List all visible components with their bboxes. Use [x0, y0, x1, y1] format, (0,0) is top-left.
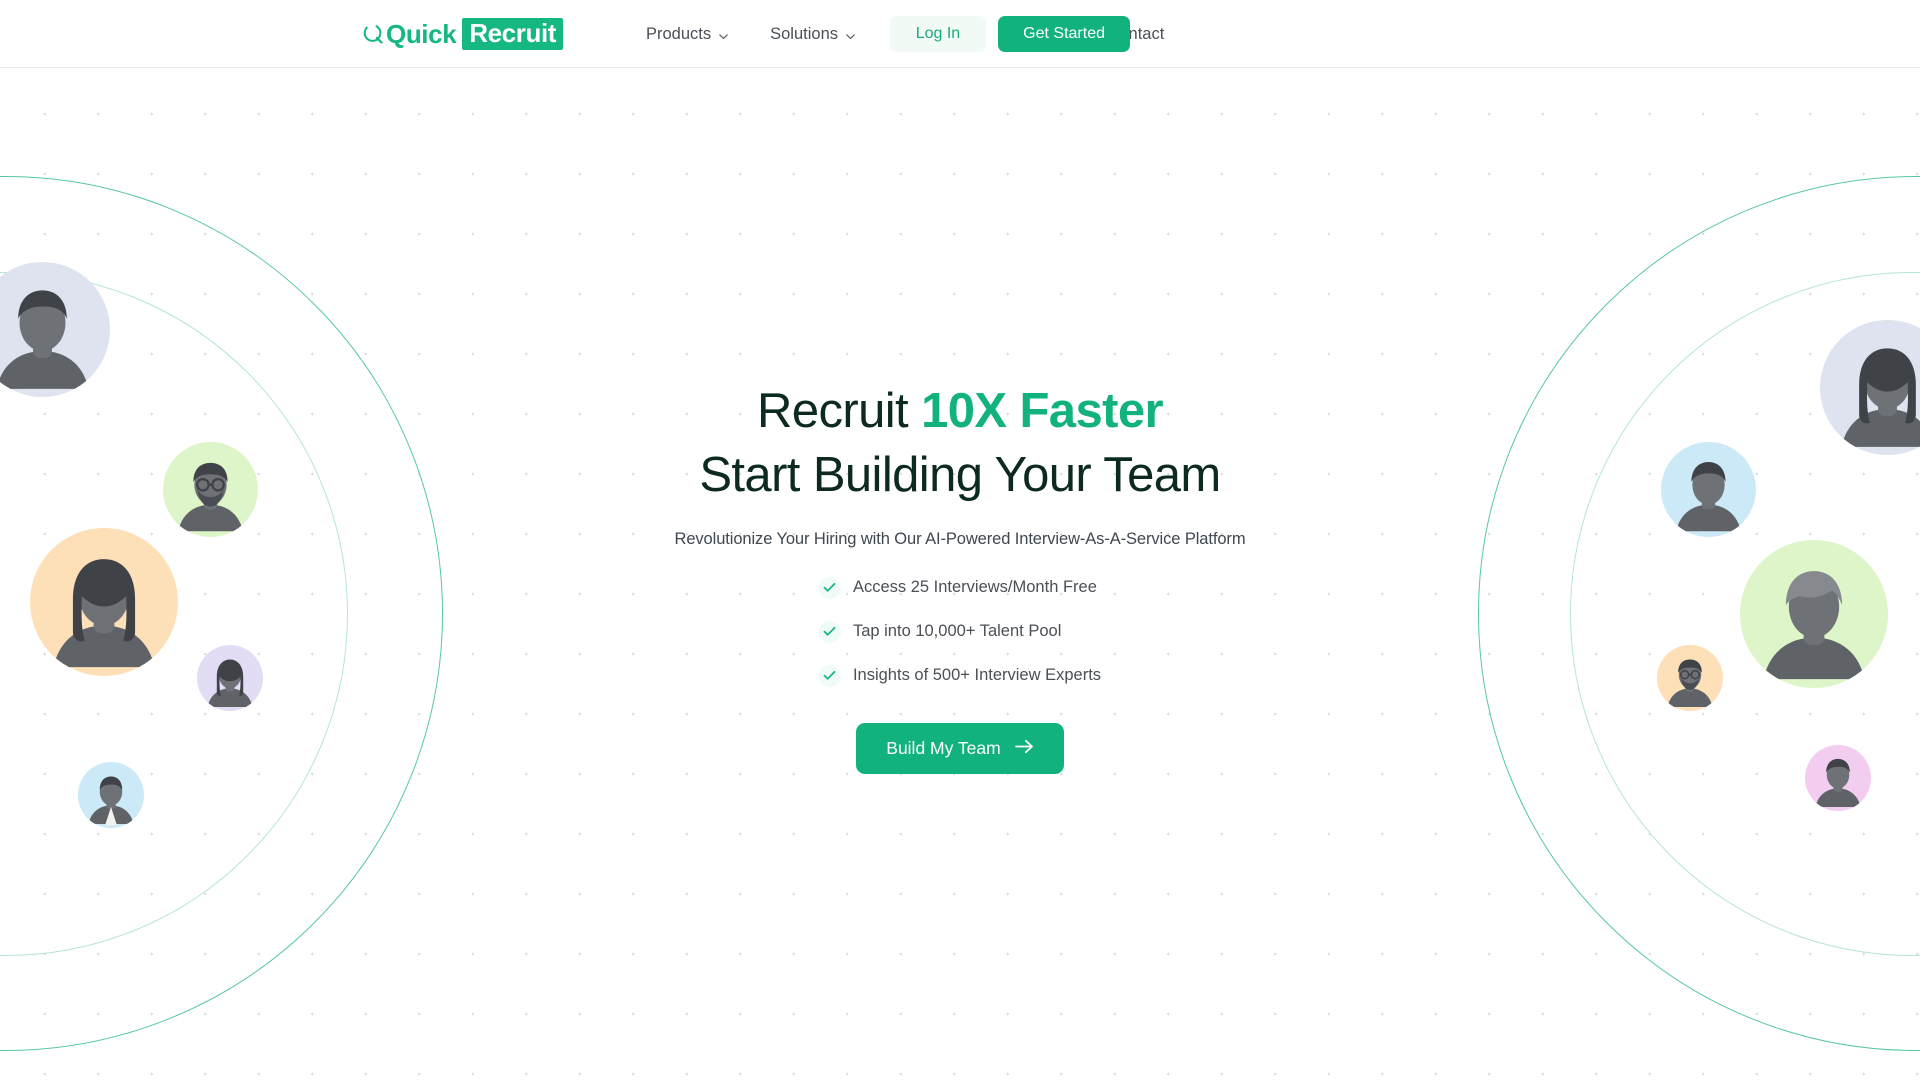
- hero-section: Recruit 10X Faster Start Building Your T…: [0, 68, 1920, 1080]
- heading-accent: 10X Faster: [921, 384, 1163, 438]
- heading-plain: Recruit: [757, 384, 922, 438]
- chevron-down-icon: [718, 28, 729, 39]
- logo-q-icon: [362, 22, 385, 45]
- cta-container: Build My Team: [580, 722, 1340, 774]
- check-icon: [818, 576, 841, 599]
- check-icon: [818, 664, 841, 687]
- nav-item-solutions[interactable]: Solutions: [770, 25, 856, 44]
- login-button[interactable]: Log In: [889, 16, 987, 52]
- nav-item-products[interactable]: Products: [646, 25, 729, 44]
- chevron-down-icon: [845, 28, 856, 39]
- feature-item: Access 25 Interviews/Month Free: [818, 576, 1101, 599]
- feature-label: Insights of 500+ Interview Experts: [852, 666, 1102, 685]
- get-started-button[interactable]: Get Started: [998, 16, 1130, 52]
- hero-subtitle: Revolutionize Your Hiring with Our AI-Po…: [674, 529, 1246, 548]
- feature-item: Insights of 500+ Interview Experts: [818, 664, 1102, 687]
- feature-item: Tap into 10,000+ Talent Pool: [818, 620, 1101, 643]
- check-icon: [818, 620, 841, 643]
- brand-logo[interactable]: Quick Recruit: [362, 17, 564, 50]
- cta-label: Build My Team: [886, 737, 1001, 758]
- heading-line2: Start Building Your Team: [699, 447, 1221, 502]
- page-title: Recruit 10X Faster Start Building Your T…: [580, 384, 1340, 503]
- feature-list: Access 25 Interviews/Month Free Tap into …: [818, 576, 1102, 687]
- site-header: Quick Recruit ProductsSolutionsIntegrati…: [0, 0, 1920, 68]
- landing-page: Quick Recruit ProductsSolutionsIntegrati…: [0, 0, 1920, 1080]
- logo-text-recruit: Recruit: [462, 17, 564, 50]
- nav-item-label: Solutions: [770, 24, 839, 43]
- header-actions: Log In Get Started: [889, 0, 1130, 68]
- feature-label: Access 25 Interviews/Month Free: [852, 578, 1097, 597]
- build-my-team-button[interactable]: Build My Team: [856, 722, 1064, 774]
- nav-item-label: Products: [646, 24, 712, 43]
- arrow-right-icon: [1014, 738, 1034, 759]
- feature-label: Tap into 10,000+ Talent Pool: [852, 622, 1062, 641]
- logo-text-quick: Quick: [386, 18, 457, 49]
